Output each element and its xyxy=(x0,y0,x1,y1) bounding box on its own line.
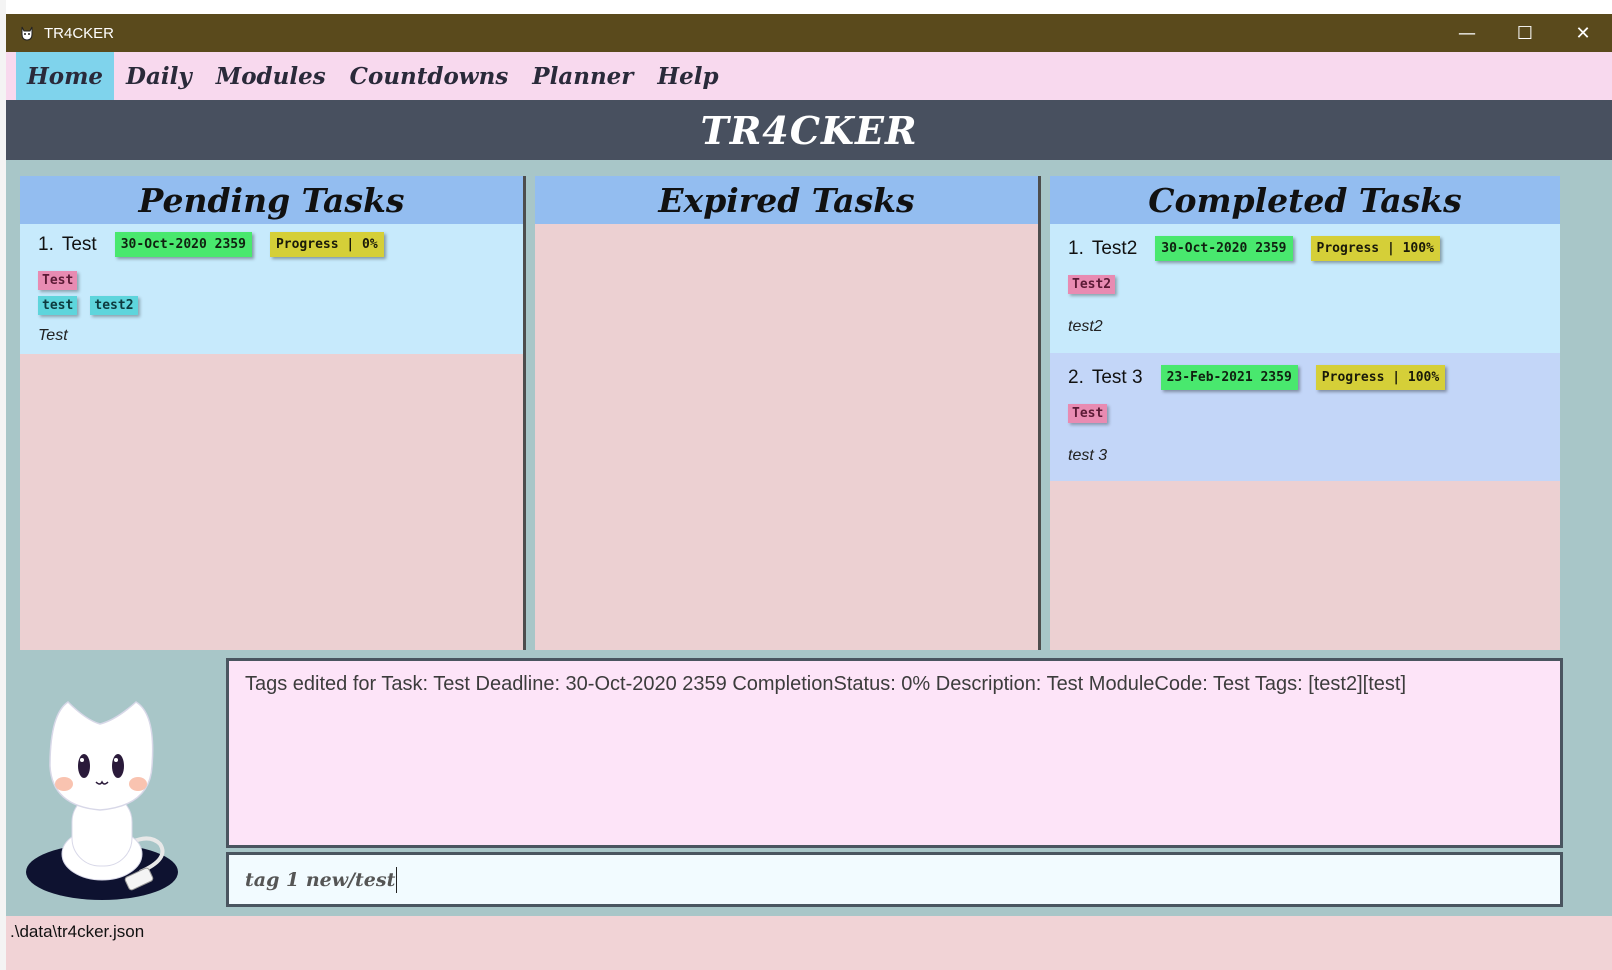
task-card[interactable]: 1. Test 30-Oct-2020 2359 Progress | 0% T… xyxy=(20,224,523,354)
module-tag: Test xyxy=(1068,404,1108,423)
tag-chip: test xyxy=(38,296,78,315)
page-title: TR4CKER xyxy=(700,107,918,153)
cat-mascot-image xyxy=(20,694,186,900)
task-description: Test xyxy=(38,327,68,344)
status-bar: .\data\tr4cker.json xyxy=(6,916,1612,970)
menu-countdowns[interactable]: Countdowns xyxy=(338,52,521,100)
deadline-chip: 30-Oct-2020 2359 xyxy=(114,232,252,257)
deadline-chip: 23-Feb-2021 2359 xyxy=(1160,365,1298,390)
data-file-path: .\data\tr4cker.json xyxy=(10,922,145,941)
task-name: Test2 xyxy=(1091,237,1138,259)
app-window: TR4CKER — ☐ ✕ Home Daily Modules Countdo… xyxy=(6,14,1612,970)
progress-chip: Progress | 0% xyxy=(269,232,384,257)
app-cat-icon xyxy=(18,24,36,42)
text-caret xyxy=(396,866,398,893)
menu-modules[interactable]: Modules xyxy=(204,52,338,100)
task-index: 1. xyxy=(38,233,54,255)
progress-chip: Progress | 100% xyxy=(1315,365,1446,390)
deadline-chip: 30-Oct-2020 2359 xyxy=(1155,236,1293,261)
window-title: TR4CKER xyxy=(44,24,115,42)
menu-home[interactable]: Home xyxy=(16,52,115,100)
task-description: test2 xyxy=(1068,318,1103,335)
page-header: TR4CKER xyxy=(6,100,1612,160)
result-display: Tags edited for Task: Test Deadline: 30-… xyxy=(226,658,1563,848)
maximize-icon[interactable]: ☐ xyxy=(1496,14,1554,52)
module-tag: Test2 xyxy=(1068,275,1116,294)
task-name: Test xyxy=(61,233,97,255)
task-card[interactable]: 1. Test2 30-Oct-2020 2359 Progress | 100… xyxy=(1050,224,1560,353)
progress-chip: Progress | 100% xyxy=(1310,236,1440,261)
task-description: test 3 xyxy=(1068,447,1108,464)
menu-daily[interactable]: Daily xyxy=(114,52,204,100)
title-bar: TR4CKER — ☐ ✕ xyxy=(6,14,1612,52)
completed-tasks-panel[interactable]: Completed Tasks 1. Test2 30-Oct-2020 235… xyxy=(1050,176,1560,650)
task-index: 2. xyxy=(1068,366,1084,388)
tag-chip: test2 xyxy=(90,296,138,315)
menu-help[interactable]: Help xyxy=(645,52,730,100)
module-tag: Test xyxy=(38,271,78,290)
expired-tasks-panel[interactable]: Expired Tasks xyxy=(535,176,1041,650)
task-name: Test 3 xyxy=(1091,366,1143,388)
menu-planner[interactable]: Planner xyxy=(520,52,645,100)
menu-bar: Home Daily Modules Countdowns Planner He… xyxy=(6,52,1612,100)
task-index: 1. xyxy=(1068,237,1084,259)
command-input[interactable]: tag 1 new/test xyxy=(226,852,1563,907)
close-icon[interactable]: ✕ xyxy=(1554,14,1612,52)
completed-tasks-heading: Completed Tasks xyxy=(1050,176,1560,224)
result-text: Tags edited for Task: Test Deadline: 30-… xyxy=(245,673,1407,695)
minimize-icon[interactable]: — xyxy=(1438,14,1496,52)
command-input-value: tag 1 new/test xyxy=(245,868,396,891)
pending-tasks-panel[interactable]: Pending Tasks 1. Test 30-Oct-2020 2359 P… xyxy=(20,176,526,650)
expired-tasks-heading: Expired Tasks xyxy=(535,176,1038,224)
pending-tasks-heading: Pending Tasks xyxy=(20,176,523,224)
task-card[interactable]: 2. Test 3 23-Feb-2021 2359 Progress | 10… xyxy=(1050,353,1560,481)
task-columns: Pending Tasks 1. Test 30-Oct-2020 2359 P… xyxy=(20,176,1600,650)
